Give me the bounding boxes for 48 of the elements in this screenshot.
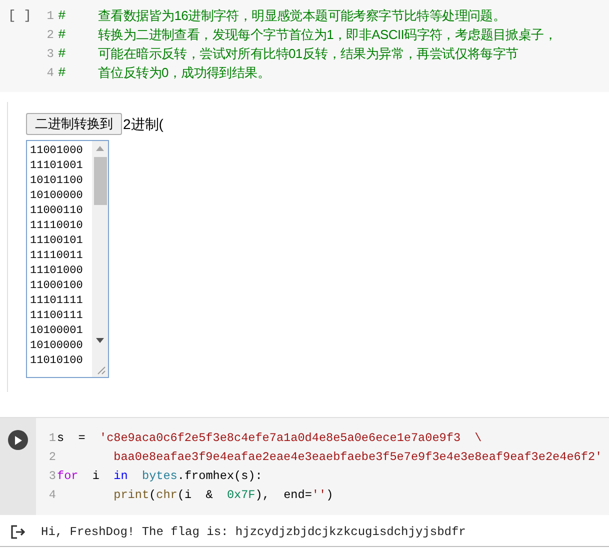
output-icon	[11, 524, 25, 538]
base-label: 2进制(	[123, 114, 164, 134]
comment-hash: #	[58, 26, 67, 44]
binary-line: 10100000	[30, 339, 84, 354]
binary-line: 11101111	[30, 294, 84, 309]
line-number: 3	[48, 468, 56, 485]
line-number: 1	[48, 430, 56, 447]
resize-grip-icon[interactable]	[96, 365, 106, 375]
code-line: for i in bytes.fromhex(s):	[57, 468, 262, 485]
code-line: baa0e8eafae3f9e4eafae2eae4e3eaebfaebe3f5e7e9f3e4e3e8eaf9eaf3e2e4e6f2'	[112, 448, 602, 466]
line-number: 4	[48, 486, 56, 504]
comment-hash: #	[58, 64, 67, 82]
binary-line: 10100000	[30, 189, 84, 204]
line-number: 3	[46, 46, 54, 62]
output-text: Hi, FreshDog! The flag is: hjzcydjzbjdcjkzkcugisdchjyjsbdfr	[41, 524, 466, 540]
comment-hash: #	[58, 44, 67, 63]
binary-line: 11100111	[30, 309, 84, 324]
binary-line: 11101000	[30, 264, 84, 279]
code-line: s = 'c8e9aca0c6f2e5f3e8c4efe7a1a0d4e8e5a0e6ece1e7a0e9f3 \	[57, 430, 482, 447]
comment-text: 可能在暗示反转，尝试对所有比特01反转，结果为异常，再尝试仅将每字节	[98, 44, 518, 63]
binary-line: 11110011	[30, 249, 84, 264]
comment-text: 查看数据皆为16进制字符，明显感觉本题可能考察字节比特等处理问题。	[98, 6, 506, 25]
line-number: 2	[46, 26, 54, 44]
binary-line: 11000110	[30, 204, 84, 219]
scroll-down-icon[interactable]	[96, 338, 104, 343]
binary-line: 11100101	[30, 234, 84, 249]
comment-text: 首位反转为0，成功得到结果。	[98, 64, 270, 82]
code-line: print(chr(i & 0x7F), end='')	[112, 486, 334, 504]
binary-line: 11001000	[30, 144, 84, 159]
play-icon	[14, 436, 22, 444]
scrollbar-thumb[interactable]	[94, 157, 106, 205]
cell-bracket: [ ]	[7, 7, 32, 25]
comment-text: 转换为二进制查看，发现每个字节首位为1，即非ASCII码字符，考虑题目掀桌子，	[98, 26, 556, 44]
line-number: 1	[46, 8, 54, 24]
scroll-up-icon[interactable]	[96, 146, 104, 151]
comment-hash: #	[58, 6, 67, 25]
binary-line: 11000100	[30, 279, 84, 294]
binary-line: 11101001	[30, 159, 84, 174]
binary-line: 11010100	[30, 354, 84, 369]
binary-line: 10101100	[30, 174, 84, 189]
line-number: 4	[46, 64, 54, 82]
binary-line: 10100001	[30, 324, 84, 339]
scrollbar[interactable]	[92, 141, 108, 377]
binary-output-field[interactable]: 11001000 11101001 10101100 10100000 11000110 11110010 11100101 11110011 11101000 11000100 11101111 11100111 10100001 10100000 11010100	[26, 140, 109, 378]
run-button[interactable]	[8, 430, 28, 450]
binary-line: 11110010	[30, 219, 84, 234]
convert-button[interactable]: 二进制转换到	[26, 113, 122, 135]
line-number: 2	[48, 448, 56, 466]
